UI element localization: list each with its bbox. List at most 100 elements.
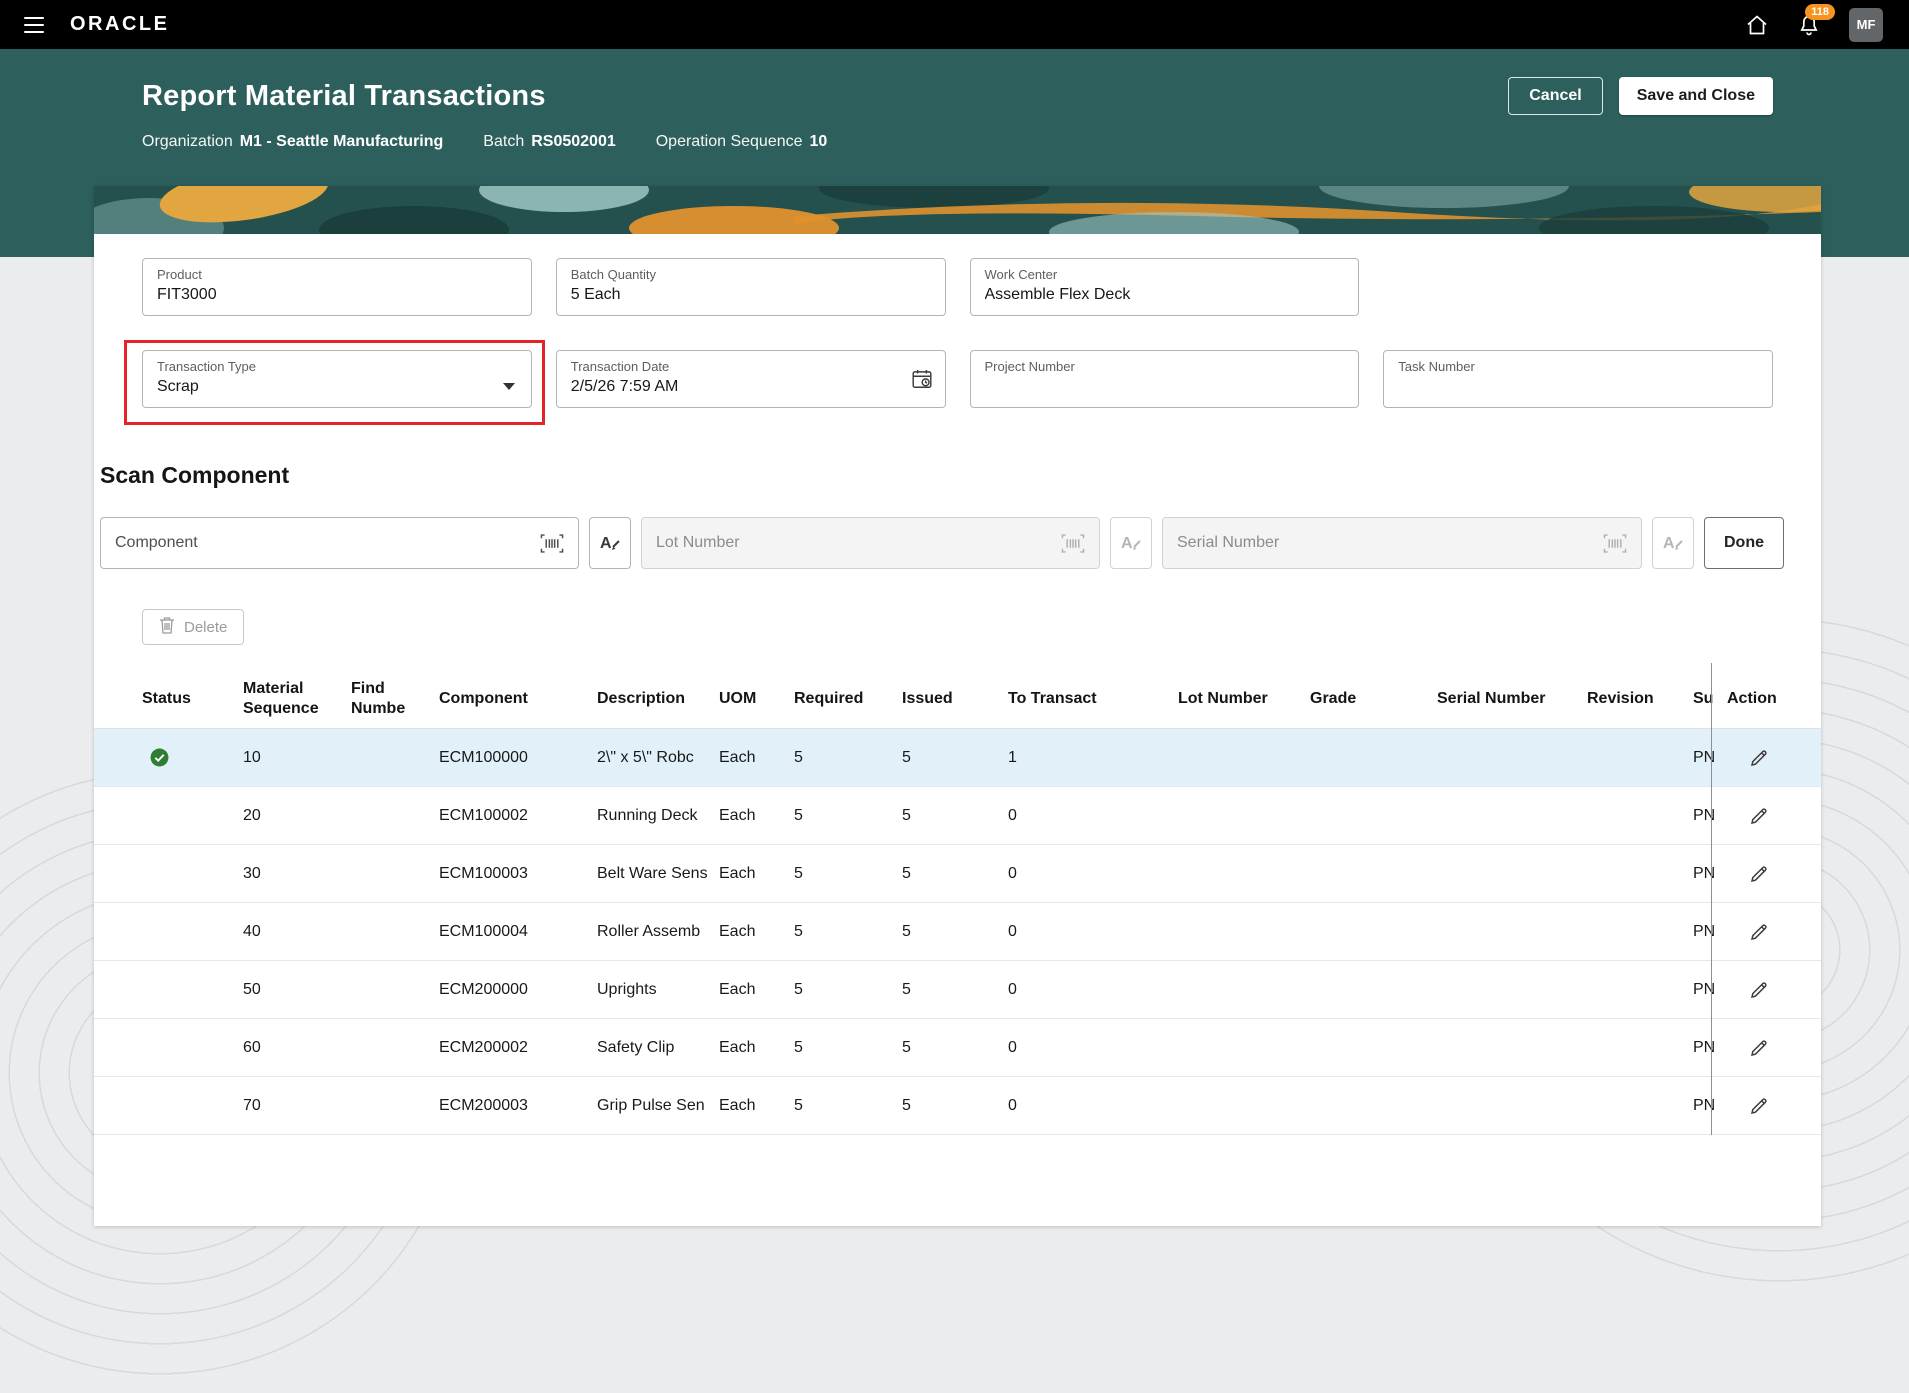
- cell-issued: 5: [902, 749, 1008, 767]
- cell-su: PN: [1693, 749, 1727, 767]
- cell-to-transact: 0: [1008, 865, 1178, 883]
- transaction-date-label: Transaction Date: [571, 359, 931, 374]
- column-header-lot-number: Lot Number: [1178, 689, 1310, 709]
- cell-required: 5: [794, 749, 902, 767]
- done-button[interactable]: Done: [1704, 517, 1784, 569]
- delete-button[interactable]: Delete: [142, 609, 244, 645]
- cell-description: Running Deck: [597, 807, 719, 825]
- component-input[interactable]: [115, 534, 530, 552]
- cell-description: Safety Clip: [597, 1039, 719, 1057]
- table-row[interactable]: 30ECM100003Belt Ware SensEach550PN: [94, 845, 1821, 903]
- letter-a-glyph: A: [600, 535, 612, 552]
- table-body: 10ECM1000002\" x 5\" RobcEach551PN 20 ECM1…: [94, 729, 1821, 1135]
- delete-label: Delete: [184, 619, 227, 636]
- cell-description: Grip Pulse Sen: [597, 1097, 719, 1115]
- cancel-button[interactable]: Cancel: [1508, 77, 1602, 115]
- column-header-issued: Issued: [902, 689, 1008, 709]
- batch-quantity-field: Batch Quantity 5 Each: [556, 258, 946, 316]
- text-entry-toggle-icon[interactable]: A: [589, 517, 631, 569]
- cell-component: ECM100003: [439, 865, 597, 883]
- calendar-icon[interactable]: [911, 368, 933, 393]
- table-row[interactable]: 70ECM200003Grip Pulse SenEach550PN: [94, 1077, 1821, 1135]
- task-number-label: Task Number: [1398, 359, 1758, 374]
- avatar[interactable]: MF: [1849, 8, 1883, 42]
- context-batch: BatchRS0502001: [483, 133, 615, 151]
- cell-material-sequence: 50: [243, 981, 351, 999]
- action-cell: [1727, 976, 1821, 1004]
- menu-icon[interactable]: [20, 13, 48, 37]
- cell-issued: 5: [902, 865, 1008, 883]
- cell-description: 2\" x 5\" Robc: [597, 749, 719, 767]
- cell-material-sequence: 10: [243, 749, 351, 767]
- cell-component: ECM200000: [439, 981, 597, 999]
- column-header-material-sequence: Material Sequence: [243, 679, 351, 719]
- edit-pencil-icon[interactable]: [1745, 860, 1773, 888]
- cell-su: PN: [1693, 1039, 1727, 1057]
- cell-issued: 5: [902, 923, 1008, 941]
- column-divider: [1711, 663, 1712, 1135]
- cell-to-transact: 0: [1008, 1097, 1178, 1115]
- cell-component: ECM100002: [439, 807, 597, 825]
- barcode-icon[interactable]: [540, 534, 564, 553]
- column-header-action: Action: [1727, 689, 1821, 709]
- table-row[interactable]: 40ECM100004Roller AssembEach550PN: [94, 903, 1821, 961]
- edit-pencil-icon[interactable]: [1745, 1034, 1773, 1062]
- work-center-field: Work Center Assemble Flex Deck: [970, 258, 1360, 316]
- cell-uom: Each: [719, 923, 794, 941]
- save-and-close-button[interactable]: Save and Close: [1619, 77, 1773, 115]
- cell-component: ECM200002: [439, 1039, 597, 1057]
- cell-material-sequence: 20: [243, 807, 351, 825]
- transaction-date-value: 2/5/26 7:59 AM: [571, 378, 931, 396]
- cell-uom: Each: [719, 1039, 794, 1057]
- home-icon[interactable]: [1745, 13, 1769, 37]
- task-number-field[interactable]: Task Number: [1383, 350, 1773, 408]
- column-header-su: Su: [1693, 689, 1727, 709]
- barcode-icon: [1061, 534, 1085, 553]
- table-row[interactable]: 10ECM1000002\" x 5\" RobcEach551PN: [94, 729, 1821, 787]
- column-header-description: Description: [597, 689, 719, 709]
- column-header-find-numbe: Find Numbe: [351, 679, 439, 719]
- svg-text:A: A: [1663, 535, 1675, 552]
- edit-pencil-icon[interactable]: [1745, 976, 1773, 1004]
- oracle-logo: ORACLE: [70, 13, 169, 36]
- cell-material-sequence: 70: [243, 1097, 351, 1115]
- cell-uom: Each: [719, 749, 794, 767]
- notifications-icon[interactable]: 118: [1797, 13, 1821, 37]
- edit-pencil-icon[interactable]: [1745, 1092, 1773, 1120]
- batch-quantity-label: Batch Quantity: [571, 267, 931, 282]
- cell-material-sequence: 30: [243, 865, 351, 883]
- transaction-form-row1: Product FIT3000 Batch Quantity 5 Each Wo…: [94, 258, 1821, 316]
- serial-number-input[interactable]: [1177, 534, 1593, 552]
- table-row[interactable]: 50ECM200000UprightsEach550PN: [94, 961, 1821, 1019]
- content-card: Product FIT3000 Batch Quantity 5 Each Wo…: [94, 186, 1821, 1226]
- table-row[interactable]: 60ECM200002Safety ClipEach550PN: [94, 1019, 1821, 1077]
- cell-description: Uprights: [597, 981, 719, 999]
- cell-uom: Each: [719, 807, 794, 825]
- scan-component-heading: Scan Component: [100, 462, 1821, 489]
- cell-required: 5: [794, 923, 902, 941]
- edit-pencil-icon[interactable]: [1745, 744, 1773, 772]
- topbar-actions: 118 MF: [1745, 8, 1889, 42]
- lot-number-input[interactable]: [656, 534, 1051, 552]
- transaction-type-select[interactable]: Transaction Type Scrap: [142, 350, 532, 408]
- column-header-uom: UOM: [719, 689, 794, 709]
- action-cell: [1727, 802, 1821, 830]
- project-number-field[interactable]: Project Number: [970, 350, 1360, 408]
- table-row[interactable]: 20ECM100002Running DeckEach550PN: [94, 787, 1821, 845]
- cell-uom: Each: [719, 981, 794, 999]
- product-label: Product: [157, 267, 517, 282]
- serial-number-scan-field: [1162, 517, 1642, 569]
- column-header-serial-number: Serial Number: [1437, 689, 1587, 709]
- column-header-revision: Revision: [1587, 689, 1693, 709]
- transaction-date-field[interactable]: Transaction Date 2/5/26 7:59 AM: [556, 350, 946, 408]
- action-cell: [1727, 1092, 1821, 1120]
- cell-to-transact: 0: [1008, 1039, 1178, 1057]
- context-organization: OrganizationM1 - Seattle Manufacturing: [142, 133, 443, 151]
- edit-pencil-icon[interactable]: [1745, 918, 1773, 946]
- column-header-to-transact: To Transact: [1008, 689, 1178, 709]
- product-value: FIT3000: [157, 286, 517, 304]
- notification-badge: 118: [1805, 4, 1835, 20]
- cell-component: ECM100004: [439, 923, 597, 941]
- edit-pencil-icon[interactable]: [1745, 802, 1773, 830]
- action-cell: [1727, 744, 1821, 772]
